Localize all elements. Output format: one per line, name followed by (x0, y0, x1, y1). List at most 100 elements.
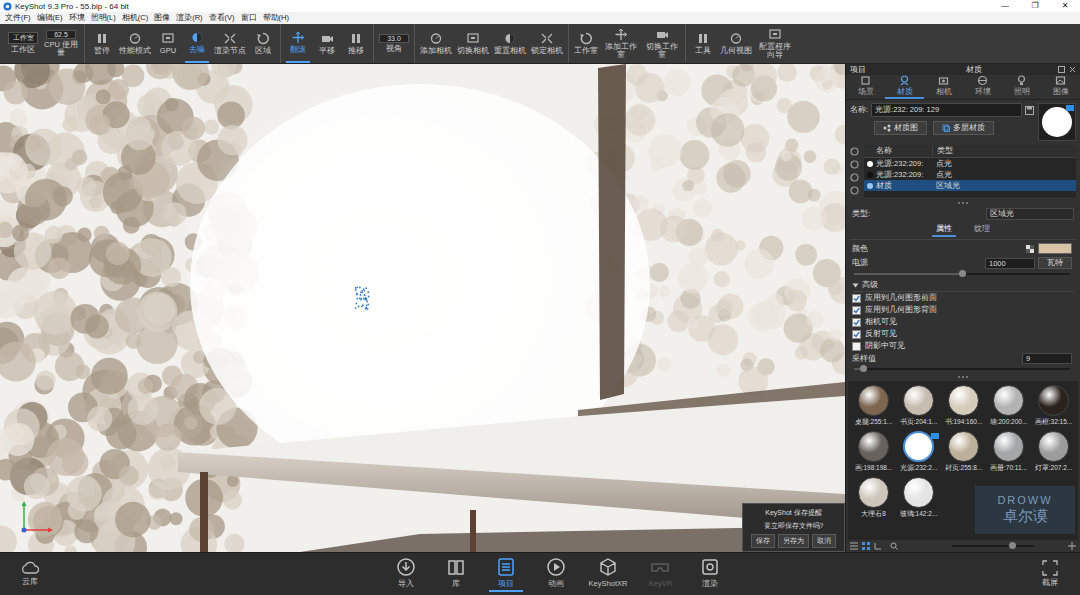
menu-item[interactable]: 文件(F) (2, 13, 34, 23)
property-tab[interactable]: 纹理 (970, 224, 994, 237)
material-thumbnail[interactable]: 玻璃:142:2... (896, 477, 941, 523)
advanced-option[interactable]: 阴影中可见 (852, 340, 1074, 352)
toolbar-button[interactable]: 工作室 (574, 25, 598, 63)
column-header[interactable]: 类型 (932, 146, 1017, 156)
material-button[interactable]: 多层材质 (933, 121, 994, 135)
material-thumbnail[interactable]: 画册:70:11... (986, 431, 1031, 477)
menu-item[interactable]: 照明(L) (88, 13, 119, 23)
table-row[interactable]: 光源:232:209:点光 (864, 158, 1076, 169)
resize-handle[interactable] (846, 199, 1080, 207)
toolbar-button[interactable]: 去噪 (185, 25, 209, 63)
toolbar-button[interactable]: 渲染节点 (214, 25, 246, 63)
material-thumbnail[interactable]: 画:198:198... (851, 431, 896, 477)
bottom-tab[interactable]: 导入 (389, 557, 423, 592)
panel-tab[interactable]: 材质 (885, 75, 924, 99)
toolbar-button[interactable]: 切换相机 (457, 25, 489, 63)
name-field[interactable]: 光源:232: 209: 129 (871, 103, 1022, 117)
option-checkbox[interactable] (852, 342, 861, 351)
toolbar-button[interactable]: 暂停 (90, 25, 114, 63)
panel-tab[interactable]: 场景 (846, 75, 885, 99)
material-thumbnail[interactable]: 书页:204:1... (896, 385, 941, 431)
table-row[interactable]: 材质区域光 (864, 180, 1076, 191)
toolbar-button[interactable]: 工作室工作区 (8, 25, 38, 63)
bottom-tab[interactable]: 库 (439, 557, 473, 592)
toolbar-button[interactable]: 平移 (315, 25, 339, 63)
menu-item[interactable]: 查看(V) (206, 13, 238, 23)
menu-item[interactable]: 编辑(E) (34, 13, 66, 23)
panel-tab[interactable]: 照明 (1002, 75, 1041, 99)
power-field[interactable]: 1000 (985, 258, 1035, 269)
menu-item[interactable]: 相机(C) (119, 13, 151, 23)
toolbar-button[interactable]: 工具 (691, 25, 715, 63)
menu-item[interactable]: 环境 (66, 13, 88, 23)
material-thumbnail[interactable]: 封页:255:8... (941, 431, 986, 477)
bottom-tab[interactable]: KeyShotXR (589, 557, 628, 592)
toolbar-button[interactable]: 切换工作室 (644, 25, 680, 63)
screenshot-button[interactable]: 截屏 (1030, 560, 1070, 588)
dialog-button[interactable]: 另存为 (778, 534, 809, 548)
advanced-option[interactable]: 相机可见 (852, 316, 1074, 328)
toolbar-button[interactable]: 33.0视角 (379, 25, 409, 63)
thumbnail-size-slider[interactable] (952, 545, 1034, 547)
option-checkbox[interactable] (852, 306, 861, 315)
material-thumbnail[interactable]: 光源:232:2... (896, 431, 941, 477)
slider-thumb[interactable] (1009, 542, 1016, 549)
advanced-option[interactable]: 反射可见 (852, 328, 1074, 340)
power-slider[interactable] (854, 270, 1070, 278)
window-control[interactable]: ✕ (1050, 0, 1080, 12)
material-thumbnail[interactable]: 桌腿:255:1... (851, 385, 896, 431)
menu-item[interactable]: 图像 (151, 13, 173, 23)
toolbar-button[interactable]: 重置相机 (494, 25, 526, 63)
toolbar-button[interactable]: 添加工作室 (603, 25, 639, 63)
option-checkbox[interactable] (852, 294, 861, 303)
cloud-library-button[interactable]: 云库 (10, 561, 50, 587)
material-thumbnail[interactable]: 大理石8 (851, 477, 896, 523)
material-thumbnail[interactable]: 墙:200:200... (986, 385, 1031, 431)
render-viewport[interactable]: KeyShot 保存提醒要立即保存文件吗?保存另存为取消 (0, 64, 845, 552)
toolbar-button[interactable]: GPU (156, 25, 180, 63)
toolbar-button[interactable]: 配置程序向导 (757, 25, 793, 63)
material-thumbnail[interactable]: 画框:32:15... (1031, 385, 1076, 431)
slider-thumb[interactable] (959, 270, 966, 277)
material-thumbnail[interactable]: 灯罩:207:2... (1031, 431, 1076, 477)
samples-slider[interactable] (854, 365, 1070, 373)
bottom-tab[interactable]: 渲染 (693, 557, 727, 592)
toolbar-button[interactable]: 性能模式 (119, 25, 151, 63)
toolbar-button[interactable]: 推移 (344, 25, 368, 63)
resize-handle[interactable] (846, 373, 1080, 381)
toolbar-button[interactable]: 翻滚 (286, 25, 310, 63)
bottom-tab[interactable]: 动画 (539, 557, 573, 592)
toolbar-button[interactable]: 区域 (251, 25, 275, 63)
column-header[interactable]: 名称 (864, 146, 932, 156)
option-checkbox[interactable] (852, 318, 861, 327)
power-unit[interactable]: 瓦特 (1038, 257, 1072, 269)
toolbar-button[interactable]: 几何视图 (720, 25, 752, 63)
panel-tab[interactable]: 相机 (924, 75, 963, 99)
toolbar-button[interactable]: 添加相机 (420, 25, 452, 63)
toolbar-field[interactable]: 工作室 (8, 32, 38, 44)
color-swatch[interactable] (1038, 243, 1072, 254)
toolbar-button[interactable]: 62.5CPU 使用量 (43, 25, 79, 63)
material-thumbnail[interactable]: 书:194:160... (941, 385, 986, 431)
option-checkbox[interactable] (852, 330, 861, 339)
dialog-button[interactable]: 保存 (751, 534, 775, 548)
toolbar-button[interactable]: 锁定相机 (531, 25, 563, 63)
slider-thumb[interactable] (860, 365, 867, 372)
menu-item[interactable]: 窗口 (238, 13, 260, 23)
toolbar-field[interactable]: 62.5 (46, 30, 76, 39)
samples-field[interactable]: 9 (1022, 353, 1072, 364)
table-row[interactable]: 光源:232:209:点光 (864, 169, 1076, 180)
advanced-option[interactable]: 应用到几何图形背面 (852, 304, 1074, 316)
type-dropdown[interactable]: 区域光 (986, 208, 1074, 220)
toolbar-field[interactable]: 33.0 (379, 34, 409, 43)
dialog-button[interactable]: 取消 (812, 534, 836, 548)
menu-item[interactable]: 渲染(R) (173, 13, 205, 23)
material-button[interactable]: 材质图 (874, 121, 927, 135)
advanced-header[interactable]: 高级 (852, 280, 1074, 292)
advanced-option[interactable]: 应用到几何图形前面 (852, 292, 1074, 304)
panel-tab[interactable]: 图像 (1041, 75, 1080, 99)
bottom-tab[interactable]: 项目 (489, 557, 523, 592)
property-tab[interactable]: 属性 (932, 224, 956, 237)
window-control[interactable]: — (990, 0, 1020, 12)
panel-tab[interactable]: 环境 (963, 75, 1002, 99)
